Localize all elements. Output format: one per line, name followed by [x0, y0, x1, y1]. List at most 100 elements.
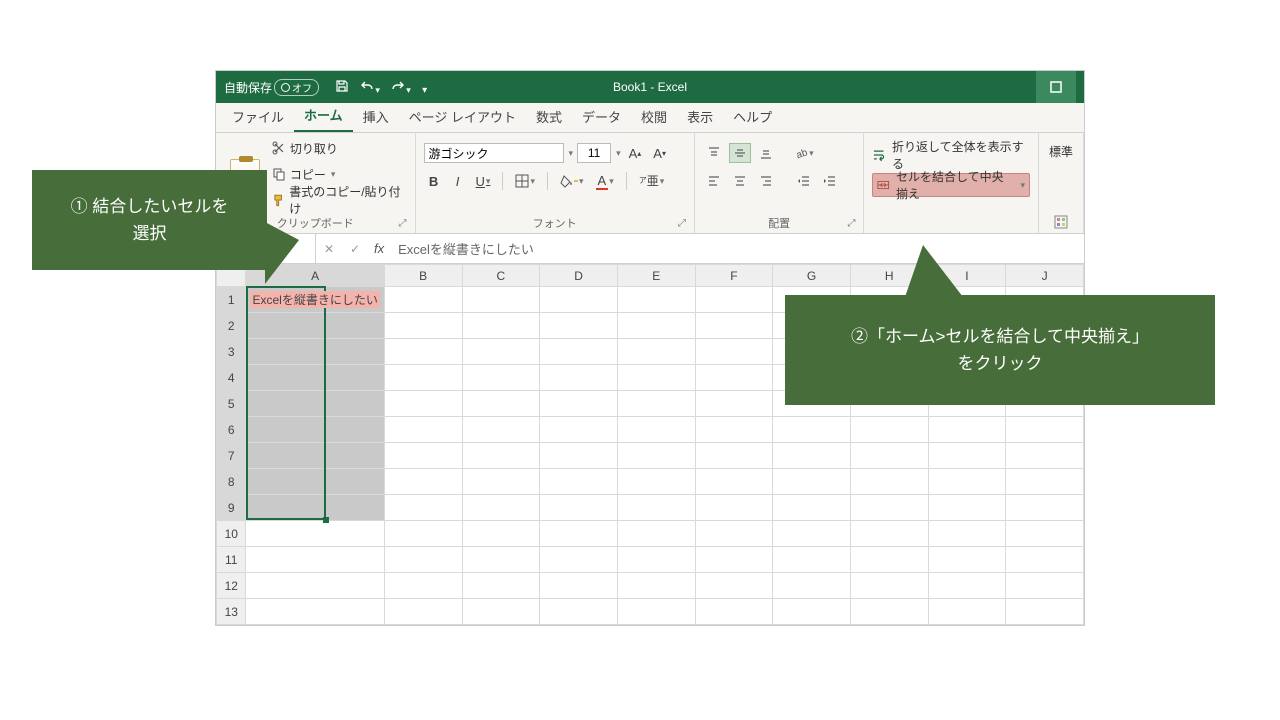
fill-color-button[interactable]: ▾	[556, 171, 588, 191]
decrease-indent-icon[interactable]	[793, 171, 815, 191]
font-name-input[interactable]	[424, 143, 564, 163]
font-color-button[interactable]: A▾	[592, 171, 618, 191]
cell-A9[interactable]	[246, 495, 384, 521]
orientation-button[interactable]: ab▾	[793, 143, 815, 163]
redo-icon[interactable]: ▾	[391, 79, 411, 96]
font-launcher-icon[interactable]: ⤢	[678, 218, 686, 229]
cell-B1[interactable]	[384, 287, 462, 313]
cell-A3[interactable]	[246, 339, 384, 365]
phonetic-button[interactable]: ア亜▾	[635, 171, 669, 191]
align-left-icon[interactable]	[703, 171, 725, 191]
group-styles: 標準	[1039, 133, 1084, 233]
cell-A6[interactable]	[246, 417, 384, 443]
tab-insert[interactable]: 挿入	[353, 103, 399, 132]
row-header-2[interactable]: 2	[217, 313, 246, 339]
cell-A5[interactable]	[246, 391, 384, 417]
selection-fill-handle[interactable]	[323, 517, 329, 523]
underline-button[interactable]: U▾	[472, 171, 495, 191]
tab-file[interactable]: ファイル	[222, 103, 294, 132]
tab-home[interactable]: ホーム	[294, 101, 353, 132]
formula-input[interactable]	[390, 234, 1084, 263]
cell-A1-text: Excelを縦書きにしたい	[250, 291, 379, 308]
window-maximize-icon[interactable]	[1036, 71, 1076, 103]
qat-customize-icon[interactable]: ▾	[422, 85, 427, 96]
row-header-11[interactable]: 11	[217, 547, 246, 573]
row-header-1[interactable]: 1	[217, 287, 246, 313]
increase-indent-icon[interactable]	[819, 171, 841, 191]
row-header-4[interactable]: 4	[217, 365, 246, 391]
callout-step-1: ① 結合したいセルを 選択	[32, 170, 267, 270]
save-icon[interactable]	[335, 79, 349, 96]
bold-button[interactable]: B	[424, 171, 444, 191]
cell-C1[interactable]	[462, 287, 540, 313]
cut-button[interactable]: 切り取り	[272, 137, 407, 159]
styles-icon[interactable]	[1054, 215, 1068, 229]
cell-A12[interactable]	[246, 573, 384, 599]
copy-button[interactable]: コピー▾	[272, 163, 407, 185]
tab-data[interactable]: データ	[572, 103, 631, 132]
col-header-E[interactable]: E	[617, 265, 695, 287]
align-bottom-icon[interactable]	[755, 143, 777, 163]
tab-page-layout[interactable]: ページ レイアウト	[399, 103, 526, 132]
cell-A4[interactable]	[246, 365, 384, 391]
row-header-7[interactable]: 7	[217, 443, 246, 469]
wrap-text-button[interactable]: 折り返して全体を表示する	[872, 143, 1030, 167]
font-size-input[interactable]	[577, 143, 611, 163]
row-header-12[interactable]: 12	[217, 573, 246, 599]
ribbon-tabs: ファイル ホーム 挿入 ページ レイアウト 数式 データ 校閲 表示 ヘルプ	[216, 103, 1084, 133]
row-header-8[interactable]: 8	[217, 469, 246, 495]
merge-center-button[interactable]: セルを結合して中央揃え▾	[872, 173, 1030, 197]
merge-center-icon	[877, 178, 890, 192]
align-right-icon[interactable]	[755, 171, 777, 191]
callout-step1-line2: 選択	[50, 220, 249, 247]
align-middle-icon[interactable]	[729, 143, 751, 163]
cell-A7[interactable]	[246, 443, 384, 469]
col-header-F[interactable]: F	[695, 265, 773, 287]
borders-button[interactable]: ▾	[511, 171, 539, 191]
cell-A10[interactable]	[246, 521, 384, 547]
copy-label: コピー	[290, 166, 326, 183]
italic-button[interactable]: I	[448, 171, 468, 191]
align-top-icon[interactable]	[703, 143, 725, 163]
tab-formulas[interactable]: 数式	[526, 103, 572, 132]
undo-icon[interactable]: ▾	[360, 79, 380, 96]
col-header-C[interactable]: C	[462, 265, 540, 287]
callout-step-2: ②「ホーム>セルを結合して中央揃え」 をクリック	[785, 295, 1215, 405]
row-header-6[interactable]: 6	[217, 417, 246, 443]
row-header-9[interactable]: 9	[217, 495, 246, 521]
cell-A11[interactable]	[246, 547, 384, 573]
row-header-5[interactable]: 5	[217, 391, 246, 417]
callout-step2-line2: をクリック	[803, 350, 1197, 377]
title-bar: 自動保存 オフ ▾ ▾ ▾ Book1 - Excel	[216, 71, 1084, 103]
row-header-10[interactable]: 10	[217, 521, 246, 547]
decrease-font-icon[interactable]: A▾	[649, 143, 670, 163]
col-header-B[interactable]: B	[384, 265, 462, 287]
cell-A8[interactable]	[246, 469, 384, 495]
tab-help[interactable]: ヘルプ	[723, 103, 782, 132]
format-painter-button[interactable]: 書式のコピー/貼り付け	[272, 189, 407, 211]
style-normal-label[interactable]: 標準	[1049, 143, 1073, 160]
cell-A2[interactable]	[246, 313, 384, 339]
row-header-3[interactable]: 3	[217, 339, 246, 365]
cut-label: 切り取り	[290, 140, 338, 157]
fx-icon[interactable]: fx	[374, 241, 384, 256]
row-header-13[interactable]: 13	[217, 599, 246, 625]
cell-A13[interactable]	[246, 599, 384, 625]
col-header-J[interactable]: J	[1006, 265, 1084, 287]
align-center-icon[interactable]	[729, 171, 751, 191]
clipboard-launcher-icon[interactable]: ⤢	[399, 218, 407, 229]
quick-access-toolbar: ▾ ▾ ▾	[331, 79, 431, 96]
merge-center-label: セルを結合して中央揃え	[896, 168, 1014, 202]
col-header-G[interactable]: G	[773, 265, 851, 287]
formula-enter-icon[interactable]: ✓	[342, 242, 368, 256]
autosave-label: 自動保存	[224, 79, 272, 96]
increase-font-icon[interactable]: A▴	[625, 143, 646, 163]
tab-view[interactable]: 表示	[677, 103, 723, 132]
alignment-launcher-icon[interactable]: ⤢	[847, 218, 855, 229]
formula-cancel-icon[interactable]: ✕	[316, 242, 342, 256]
autosave-toggle[interactable]: オフ	[274, 79, 319, 96]
cell-A1[interactable]: Excelを縦書きにしたい	[246, 287, 384, 313]
tab-review[interactable]: 校閲	[631, 103, 677, 132]
col-header-D[interactable]: D	[540, 265, 618, 287]
scissors-icon	[272, 141, 286, 155]
